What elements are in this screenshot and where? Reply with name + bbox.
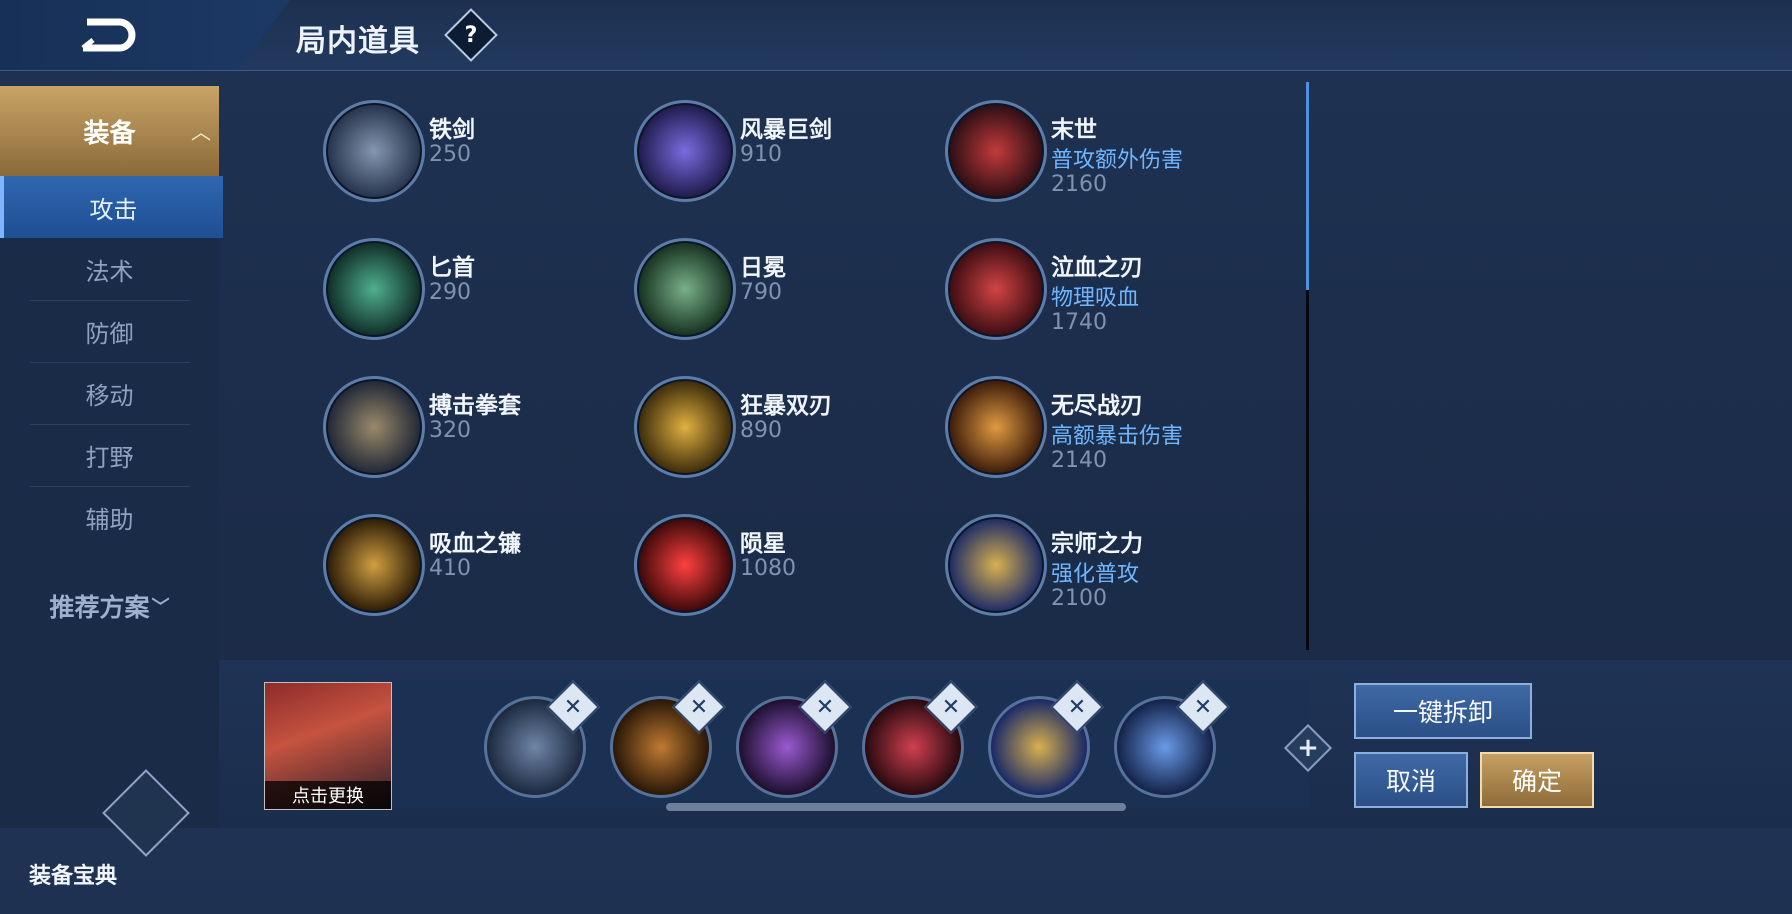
item-price: 410 (429, 556, 471, 581)
item-grid: 铁剑 250 风暴巨剑 910 末世 普攻额外伤害 2160 匕首 290 日冕… (219, 70, 1309, 660)
category-label: 装备 (83, 118, 136, 149)
scrollbar-thumb[interactable] (1306, 82, 1309, 290)
tab-attack[interactable]: 攻击 (0, 176, 223, 238)
close-icon: ✕ (689, 694, 709, 720)
unequip-all-button[interactable]: 一键拆卸 (1354, 683, 1532, 739)
item-card[interactable]: 风暴巨剑 910 (634, 100, 934, 210)
item-price: 1080 (740, 556, 796, 581)
item-description: 高额暴击伤害 (1051, 424, 1184, 449)
item-name: 陨星 (740, 531, 786, 557)
help-icon: ? (464, 22, 478, 48)
gauntlet-icon (323, 376, 425, 478)
item-name: 末世 (1051, 117, 1097, 143)
item-name: 狂暴双刃 (740, 393, 832, 419)
dagger-icon (323, 238, 425, 340)
berserk-blades-icon (634, 376, 736, 478)
recommended-plans[interactable]: 推荐方案 ﹀ (0, 566, 219, 646)
book-icon (102, 769, 190, 857)
close-icon: ✕ (1067, 694, 1087, 720)
item-card[interactable]: 匕首 290 (323, 238, 623, 348)
tab-movement[interactable]: 移动 (0, 362, 219, 424)
item-card[interactable]: 狂暴双刃 890 (634, 376, 934, 486)
master-power-icon (945, 514, 1047, 616)
page-title: 局内道具 (296, 24, 420, 59)
tab-support[interactable]: 辅助 (0, 486, 219, 548)
item-name: 搏击拳套 (429, 393, 521, 419)
equipment-manual-button[interactable]: 装备宝典 (0, 769, 219, 914)
item-card[interactable]: 无尽战刃 高额暴击伤害 2140 (945, 376, 1245, 486)
item-card[interactable]: 吸血之镰 410 (323, 514, 623, 624)
manual-label: 装备宝典 (28, 864, 117, 889)
item-description: 普攻额外伤害 (1051, 148, 1184, 173)
close-icon: ✕ (563, 694, 583, 720)
item-card[interactable]: 搏击拳套 320 (323, 376, 623, 486)
item-card[interactable]: 陨星 1080 (634, 514, 934, 624)
confirm-button[interactable]: 确定 (1480, 752, 1594, 808)
item-name: 宗师之力 (1051, 531, 1143, 557)
item-name: 泣血之刃 (1051, 255, 1143, 281)
item-price: 2160 (1051, 172, 1107, 197)
infinity-blade-icon (945, 376, 1047, 478)
item-card[interactable]: 宗师之力 强化普攻 2100 (945, 514, 1245, 624)
item-price: 890 (740, 418, 782, 443)
item-price: 2100 (1051, 586, 1107, 611)
item-card[interactable]: 铁剑 250 (323, 100, 623, 210)
meteor-icon (634, 514, 736, 616)
item-name: 日冕 (740, 255, 786, 281)
sidebar: 装备 ︿ 攻击 法术 防御 移动 打野 辅助 推荐方案 ﹀ 装备宝典 (0, 86, 223, 889)
bloodweeper-blade-icon (945, 238, 1047, 340)
item-price: 250 (429, 142, 471, 167)
item-price: 910 (740, 142, 782, 167)
iron-sword-icon (323, 100, 425, 202)
corona-icon (634, 238, 736, 340)
item-card[interactable]: 日冕 790 (634, 238, 934, 348)
item-price: 320 (429, 418, 471, 443)
plus-icon: + (1297, 733, 1319, 763)
hero-portrait[interactable]: 点击更换 (264, 682, 392, 810)
item-name: 无尽战刃 (1051, 393, 1143, 419)
item-description: 强化普攻 (1051, 562, 1140, 587)
back-arrow-icon (81, 18, 136, 52)
chevron-down-icon: ﹀ (151, 597, 170, 618)
item-name: 匕首 (429, 255, 475, 281)
close-icon: ✕ (1193, 694, 1213, 720)
doomsday-blade-icon (945, 100, 1047, 202)
tab-jungle[interactable]: 打野 (0, 424, 219, 486)
chevron-up-icon: ︿ (191, 120, 211, 144)
item-price: 790 (740, 280, 782, 305)
close-icon: ✕ (815, 694, 835, 720)
cancel-button[interactable]: 取消 (1354, 752, 1468, 808)
tab-defense[interactable]: 防御 (0, 300, 219, 362)
storm-sword-icon (634, 100, 736, 202)
category-equipment[interactable]: 装备 ︿ (0, 86, 219, 176)
item-card[interactable]: 末世 普攻额外伤害 2160 (945, 100, 1245, 210)
close-icon: ✕ (941, 694, 961, 720)
item-description: 物理吸血 (1051, 286, 1140, 311)
item-name: 吸血之镰 (429, 531, 521, 557)
item-name: 风暴巨剑 (740, 117, 832, 143)
horizontal-scrollbar[interactable] (666, 803, 1126, 811)
item-price: 2140 (1051, 448, 1107, 473)
item-name: 铁剑 (429, 117, 475, 143)
vampiric-scythe-icon (323, 514, 425, 616)
change-hero-label: 点击更换 (265, 781, 391, 809)
item-price: 1740 (1051, 310, 1107, 335)
item-card[interactable]: 泣血之刃 物理吸血 1740 (945, 238, 1245, 348)
tab-magic[interactable]: 法术 (0, 238, 219, 300)
item-price: 290 (429, 280, 471, 305)
plans-label: 推荐方案 (49, 593, 150, 622)
